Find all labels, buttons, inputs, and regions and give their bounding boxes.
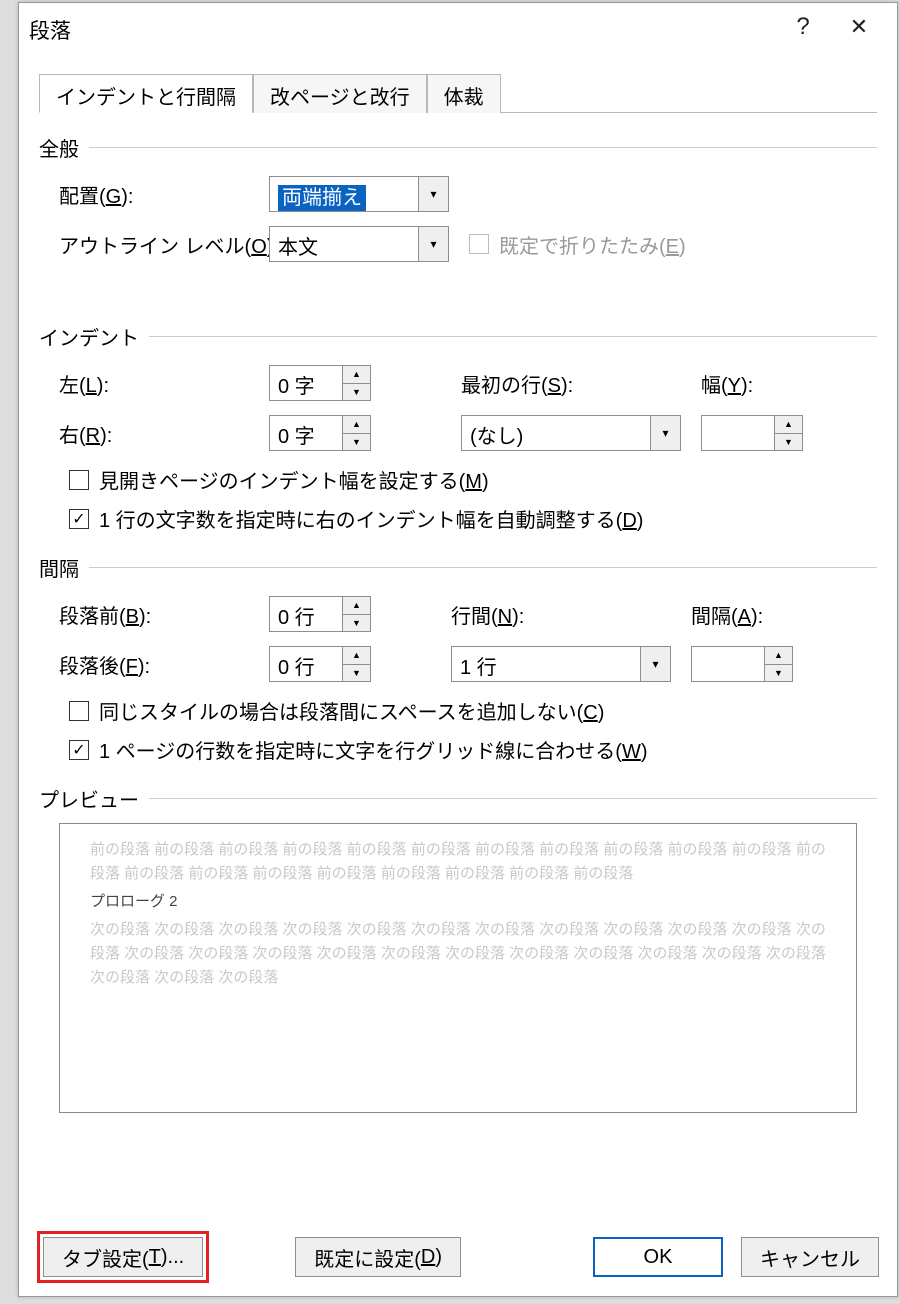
- label-linespace: 行間(N):: [451, 600, 641, 629]
- linespace-value: 1 行: [452, 647, 640, 681]
- label-mirror: 見開きページのインデント幅を設定する(M): [99, 465, 489, 494]
- preview-pane: 前の段落 前の段落 前の段落 前の段落 前の段落 前の段落 前の段落 前の段落 …: [59, 823, 857, 1113]
- section-general: 全般: [39, 133, 877, 162]
- preview-prev: 前の段落 前の段落 前の段落 前の段落 前の段落 前の段落 前の段落 前の段落 …: [90, 838, 826, 886]
- firstline-combo[interactable]: (なし) ▾: [461, 415, 681, 451]
- left-value: 0 字: [270, 366, 342, 400]
- label-outline: アウトライン レベル(O):: [59, 230, 299, 259]
- label-left: 左(L):: [59, 369, 269, 398]
- autoright-checkbox-row[interactable]: ✓ 1 行の文字数を指定時に右のインデント幅を自動調整する(D): [69, 504, 877, 533]
- mirror-checkbox-row[interactable]: 見開きページのインデント幅を設定する(M): [69, 465, 877, 494]
- help-icon[interactable]: ?: [775, 13, 831, 41]
- ok-button[interactable]: OK: [593, 1237, 723, 1277]
- down-icon[interactable]: ▼: [343, 665, 370, 682]
- dialog-body: インデントと行間隔 改ページと改行 体裁 全般 配置(G): 両端揃え ▾ アウ…: [19, 73, 897, 1113]
- tab-strip: インデントと行間隔 改ページと改行 体裁: [39, 73, 877, 113]
- row-after: 段落後(F): 0 行 ▲▼ 1 行 ▾ ▲▼: [59, 646, 877, 682]
- label-by: 幅(Y):: [701, 369, 753, 398]
- tabs-button-highlight: タブ設定(T)...: [37, 1231, 209, 1283]
- outline-combo[interactable]: 本文 ▾: [269, 226, 449, 262]
- up-icon[interactable]: ▲: [343, 416, 370, 434]
- alignment-value: 両端揃え: [278, 185, 366, 211]
- up-icon[interactable]: ▲: [343, 647, 370, 665]
- label-nosame: 同じスタイルの場合は段落間にスペースを追加しない(C): [99, 696, 604, 725]
- tab-indent-spacing[interactable]: インデントと行間隔: [39, 74, 253, 113]
- firstline-value: (なし): [462, 416, 650, 450]
- mirror-checkbox[interactable]: [69, 470, 89, 490]
- left-spinner[interactable]: 0 字 ▲▼: [269, 365, 371, 401]
- down-icon[interactable]: ▼: [775, 434, 802, 451]
- snap-checkbox[interactable]: ✓: [69, 740, 89, 760]
- label-autoright: 1 行の文字数を指定時に右のインデント幅を自動調整する(D): [99, 504, 643, 533]
- dialog-footer: タブ設定(T)... 既定に設定(D) OK キャンセル: [19, 1230, 897, 1284]
- tabs-button[interactable]: タブ設定(T)...: [43, 1237, 203, 1277]
- linespace-combo[interactable]: 1 行 ▾: [451, 646, 671, 682]
- down-icon[interactable]: ▼: [343, 615, 370, 632]
- row-indent-left: 左(L): 0 字 ▲▼ 最初の行(S): 幅(Y):: [59, 365, 877, 401]
- snap-checkbox-row[interactable]: ✓ 1 ページの行数を指定時に文字を行グリッド線に合わせる(W): [69, 735, 877, 764]
- row-outline: アウトライン レベル(O): 本文 ▾ 既定で折りたたみ(E): [59, 226, 877, 262]
- down-icon[interactable]: ▼: [343, 434, 370, 451]
- autoright-checkbox[interactable]: ✓: [69, 509, 89, 529]
- tab-asian-typo[interactable]: 体裁: [427, 74, 501, 113]
- before-value: 0 行: [270, 597, 342, 631]
- at-value: [692, 647, 764, 681]
- label-collapse: 既定で折りたたみ(E): [499, 230, 686, 259]
- row-indent-right: 右(R): 0 字 ▲▼ (なし) ▾ ▲▼: [59, 415, 877, 451]
- row-before: 段落前(B): 0 行 ▲▼ 行間(N): 間隔(A):: [59, 596, 877, 632]
- close-icon[interactable]: ✕: [831, 14, 887, 40]
- at-spinner[interactable]: ▲▼: [691, 646, 793, 682]
- label-snap: 1 ページの行数を指定時に文字を行グリッド線に合わせる(W): [99, 735, 648, 764]
- by-spinner[interactable]: ▲▼: [701, 415, 803, 451]
- section-spacing: 間隔: [39, 553, 877, 582]
- titlebar: 段落 ? ✕: [19, 3, 897, 51]
- tab-page-break[interactable]: 改ページと改行: [253, 74, 427, 113]
- after-value: 0 行: [270, 647, 342, 681]
- preview-next: 次の段落 次の段落 次の段落 次の段落 次の段落 次の段落 次の段落 次の段落 …: [90, 918, 826, 990]
- before-spinner[interactable]: 0 行 ▲▼: [269, 596, 371, 632]
- collapse-checkbox: [469, 234, 489, 254]
- outline-value: 本文: [270, 227, 418, 261]
- section-indent: インデント: [39, 322, 877, 351]
- right-spinner[interactable]: 0 字 ▲▼: [269, 415, 371, 451]
- chevron-down-icon: ▾: [418, 227, 448, 261]
- by-value: [702, 416, 774, 450]
- preview-sample: プロローグ 2: [90, 890, 826, 914]
- label-after: 段落後(F):: [59, 650, 269, 679]
- after-spinner[interactable]: 0 行 ▲▼: [269, 646, 371, 682]
- paragraph-dialog: 段落 ? ✕ インデントと行間隔 改ページと改行 体裁 全般 配置(G): 両端…: [18, 2, 898, 1297]
- label-firstline: 最初の行(S):: [461, 369, 651, 398]
- label-alignment: 配置(G):: [59, 180, 269, 209]
- label-right: 右(R):: [59, 419, 269, 448]
- nosame-checkbox[interactable]: [69, 701, 89, 721]
- nosame-checkbox-row[interactable]: 同じスタイルの場合は段落間にスペースを追加しない(C): [69, 696, 877, 725]
- up-icon[interactable]: ▲: [775, 416, 802, 434]
- chevron-down-icon: ▾: [640, 647, 670, 681]
- cancel-button[interactable]: キャンセル: [741, 1237, 879, 1277]
- right-value: 0 字: [270, 416, 342, 450]
- alignment-combo[interactable]: 両端揃え ▾: [269, 176, 449, 212]
- up-icon[interactable]: ▲: [765, 647, 792, 665]
- chevron-down-icon: ▾: [418, 177, 448, 211]
- chevron-down-icon: ▾: [650, 416, 680, 450]
- label-at: 間隔(A):: [691, 600, 763, 629]
- down-icon[interactable]: ▼: [765, 665, 792, 682]
- section-preview: プレビュー: [39, 784, 877, 813]
- set-default-button[interactable]: 既定に設定(D): [295, 1237, 461, 1277]
- label-before: 段落前(B):: [59, 600, 269, 629]
- up-icon[interactable]: ▲: [343, 597, 370, 615]
- up-icon[interactable]: ▲: [343, 366, 370, 384]
- down-icon[interactable]: ▼: [343, 384, 370, 401]
- dialog-title: 段落: [29, 9, 775, 45]
- row-alignment: 配置(G): 両端揃え ▾: [59, 176, 877, 212]
